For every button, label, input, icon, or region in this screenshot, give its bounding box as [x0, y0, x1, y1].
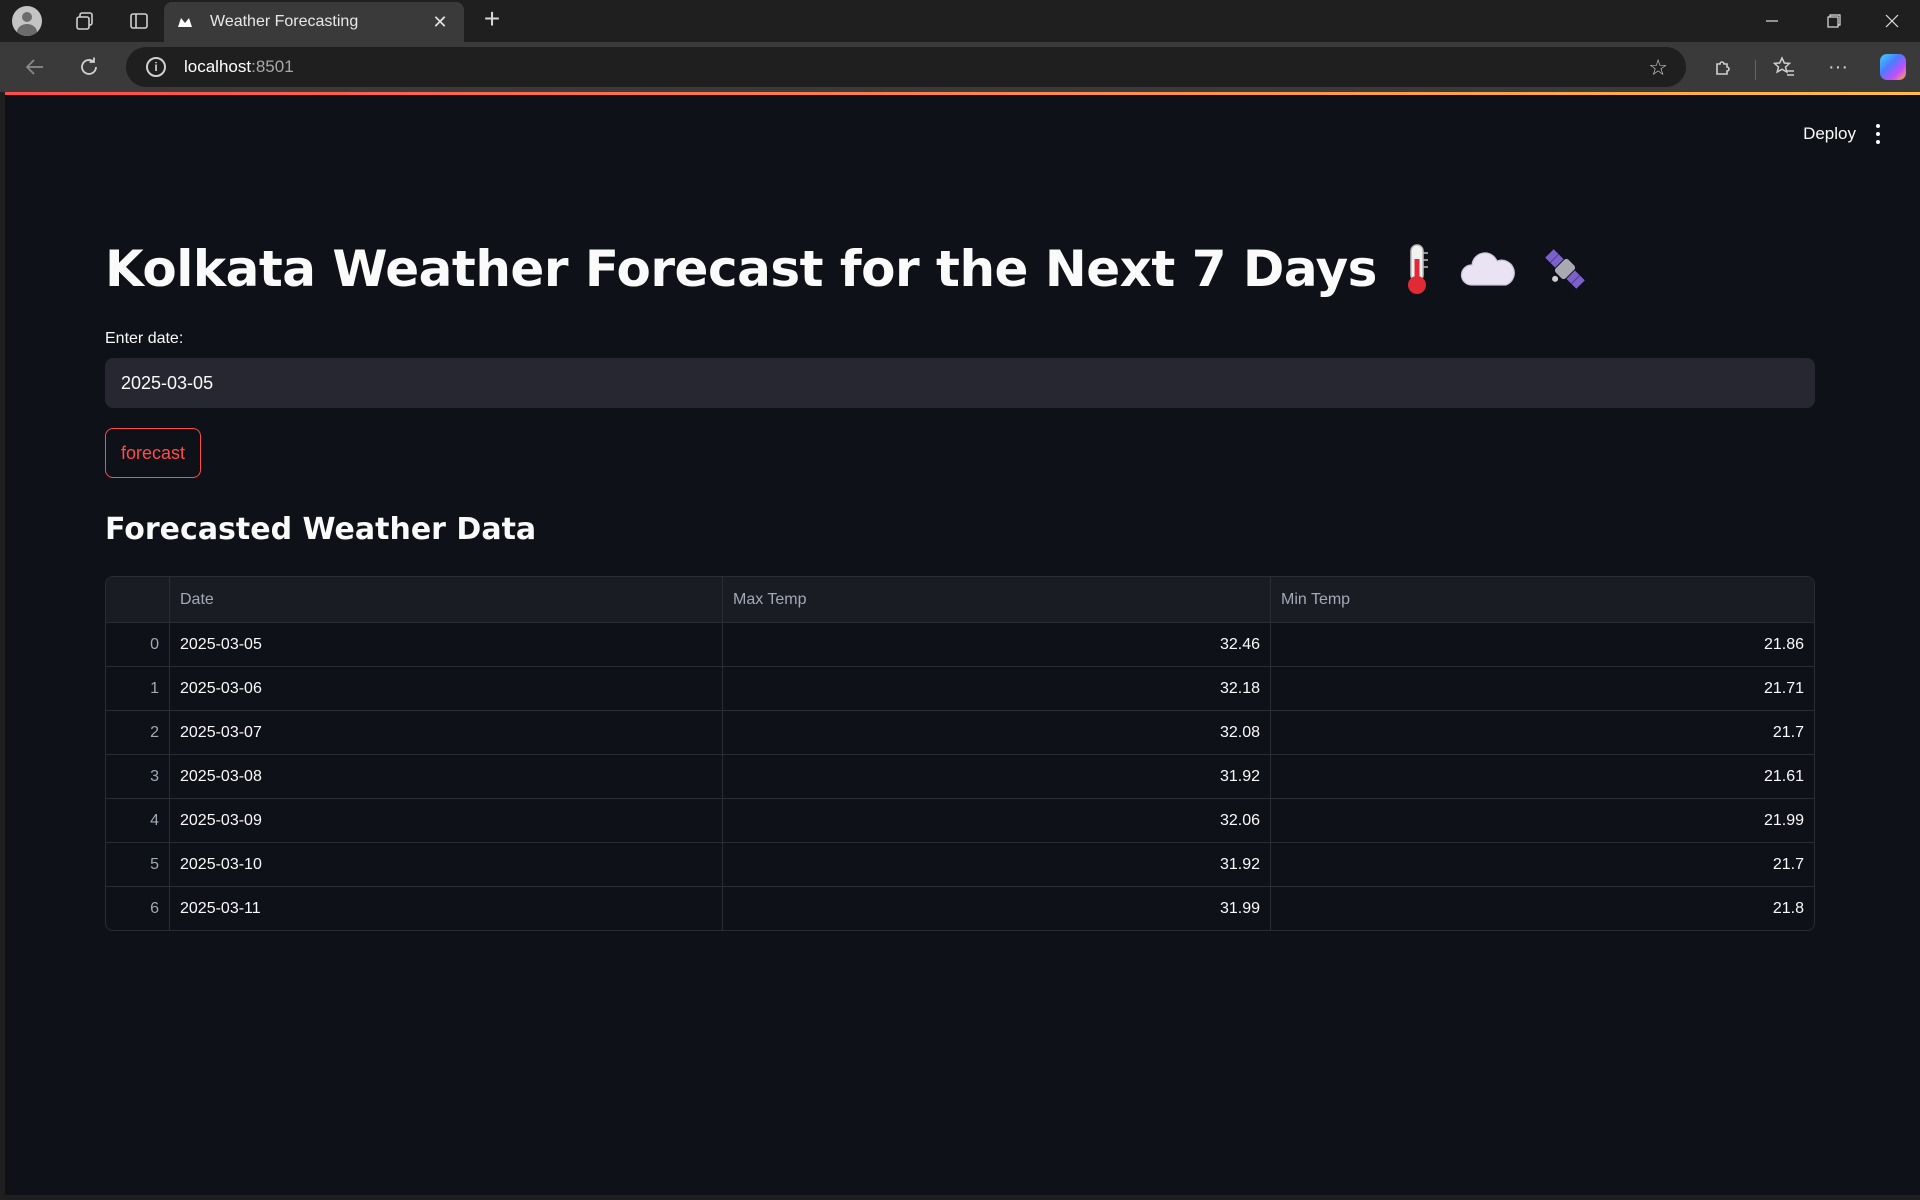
date-cell[interactable]: 2025-03-11 [169, 887, 722, 930]
date-cell[interactable]: 2025-03-08 [169, 755, 722, 798]
deploy-button[interactable]: Deploy [1803, 124, 1856, 144]
browser-toolbar: i localhost:8501 ☆ ··· [0, 42, 1920, 92]
max-temp-cell[interactable]: 32.06 [722, 799, 1270, 842]
date-input[interactable] [105, 358, 1815, 408]
table-row: 4 2025-03-09 32.06 21.99 [106, 798, 1814, 842]
max-temp-cell[interactable]: 32.18 [722, 667, 1270, 710]
column-header-index [106, 577, 169, 622]
more-options-icon[interactable]: ··· [1818, 47, 1858, 87]
window-close-icon[interactable] [1864, 0, 1920, 42]
toolbar-separator [1755, 60, 1756, 80]
date-cell[interactable]: 2025-03-07 [169, 711, 722, 754]
restore-icon[interactable] [1806, 0, 1862, 42]
site-info-icon[interactable]: i [146, 57, 166, 77]
table-row: 6 2025-03-11 31.99 21.8 [106, 886, 1814, 930]
date-cell[interactable]: 2025-03-05 [169, 623, 722, 666]
min-temp-cell[interactable]: 21.8 [1270, 887, 1814, 930]
max-temp-cell[interactable]: 31.99 [722, 887, 1270, 930]
row-index: 1 [150, 679, 159, 697]
minimize-icon[interactable] [1744, 0, 1800, 42]
forecast-button[interactable]: forecast [105, 428, 202, 478]
browser-tab-active[interactable]: Weather Forecasting ✕ [164, 2, 464, 42]
table-header-row: Date Max Temp Min Temp [106, 577, 1814, 622]
column-header-max-temp[interactable]: Max Temp [722, 577, 1270, 622]
min-temp-cell[interactable]: 21.71 [1270, 667, 1814, 710]
min-temp-cell[interactable]: 21.7 [1270, 711, 1814, 754]
min-temp-cell[interactable]: 21.99 [1270, 799, 1814, 842]
new-tab-icon[interactable]: + [474, 3, 510, 35]
table-row: 3 2025-03-08 31.92 21.61 [106, 754, 1814, 798]
favorites-icon[interactable] [1764, 47, 1804, 87]
satellite-icon [1545, 248, 1585, 289]
table-row: 2 2025-03-07 32.08 21.7 [106, 710, 1814, 754]
profile-icon[interactable] [9, 3, 45, 39]
section-title: Forecasted Weather Data [105, 512, 537, 547]
date-cell[interactable]: 2025-03-06 [169, 667, 722, 710]
tab-actions-icon[interactable] [121, 3, 157, 39]
column-header-min-temp[interactable]: Min Temp [1270, 577, 1814, 622]
min-temp-cell[interactable]: 21.7 [1270, 843, 1814, 886]
reload-icon[interactable] [69, 47, 109, 87]
streamlit-favicon-icon [176, 13, 194, 31]
url-text: localhost:8501 [184, 57, 294, 76]
date-cell[interactable]: 2025-03-10 [169, 843, 722, 886]
cloud-icon [1460, 251, 1515, 286]
row-index: 0 [150, 635, 159, 653]
table-row: 0 2025-03-05 32.46 21.86 [106, 622, 1814, 666]
column-header-date[interactable]: Date [169, 577, 722, 622]
address-bar[interactable]: i localhost:8501 ☆ [126, 47, 1686, 87]
row-index: 6 [150, 899, 159, 917]
tab-title: Weather Forecasting [210, 13, 359, 30]
date-input-label: Enter date: [105, 330, 184, 347]
table-row: 5 2025-03-10 31.92 21.7 [106, 842, 1814, 886]
max-temp-cell[interactable]: 31.92 [722, 755, 1270, 798]
favorite-star-icon[interactable]: ☆ [1648, 55, 1668, 81]
max-temp-cell[interactable]: 32.46 [722, 623, 1270, 666]
row-index: 2 [150, 723, 159, 741]
row-index: 3 [150, 767, 159, 785]
forecast-table[interactable]: Date Max Temp Min Temp 0 2025-03-05 32.4… [105, 576, 1815, 931]
main-menu-icon[interactable] [1868, 122, 1888, 146]
copilot-icon[interactable] [1873, 47, 1913, 87]
row-index: 5 [150, 855, 159, 873]
table-row: 1 2025-03-06 32.18 21.71 [106, 666, 1814, 710]
max-temp-cell[interactable]: 32.08 [722, 711, 1270, 754]
header-decoration-bar [5, 92, 1920, 95]
date-cell[interactable]: 2025-03-09 [169, 799, 722, 842]
row-index: 4 [150, 811, 159, 829]
min-temp-cell[interactable]: 21.86 [1270, 623, 1814, 666]
min-temp-cell[interactable]: 21.61 [1270, 755, 1814, 798]
max-temp-cell[interactable]: 31.92 [722, 843, 1270, 886]
back-icon[interactable] [15, 47, 55, 87]
extensions-icon[interactable] [1704, 47, 1744, 87]
workspaces-icon[interactable] [67, 3, 103, 39]
app-viewport: Deploy Kolkata Weather Forecast for the … [5, 92, 1920, 1195]
page-title: Kolkata Weather Forecast for the Next 7 … [105, 240, 1591, 301]
thermometer-icon [1407, 243, 1428, 294]
tab-close-icon[interactable]: ✕ [428, 12, 452, 33]
